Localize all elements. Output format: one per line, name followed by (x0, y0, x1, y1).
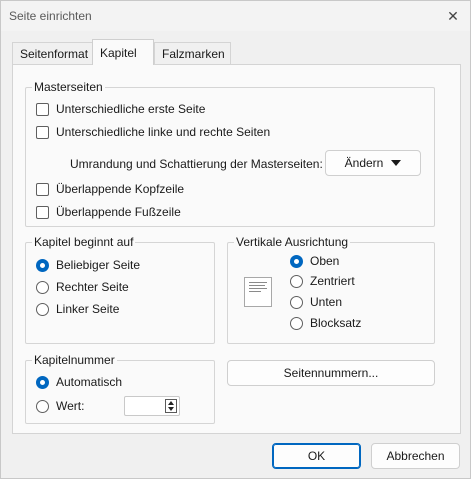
radio-unten[interactable]: Unten (290, 293, 342, 311)
stepper-arrows[interactable] (165, 399, 177, 413)
change-button[interactable]: Ändern (325, 150, 421, 176)
ok-button[interactable]: OK (272, 443, 361, 469)
radio-label: Zentriert (310, 274, 355, 288)
change-button-label: Ändern (344, 156, 384, 170)
radio-label: Wert: (56, 399, 85, 413)
chevron-down-icon (391, 160, 402, 166)
checkbox-label: Unterschiedliche linke und rechte Seiten (56, 125, 271, 139)
page-alignment-preview-icon (244, 277, 272, 307)
radio-button[interactable] (36, 375, 49, 389)
stepper-down-button[interactable] (166, 406, 176, 412)
chapter-number-stepper[interactable] (124, 396, 180, 416)
radio-button[interactable] (290, 316, 303, 330)
radio-button[interactable] (36, 399, 49, 413)
arrow-up-icon (168, 401, 174, 405)
checkbox-label: Unterschiedliche erste Seite (56, 102, 206, 116)
radio-automatisch[interactable]: Automatisch (36, 373, 122, 391)
dialog-window: Seite einrichten ✕ Seitenformat Kapitel … (0, 0, 471, 479)
radio-oben[interactable]: Oben (290, 252, 339, 270)
radio-wert[interactable]: Wert: (36, 397, 84, 415)
checkbox-box[interactable] (36, 102, 49, 116)
radio-button[interactable] (290, 295, 303, 309)
cancel-button[interactable]: Abbrechen (371, 443, 460, 469)
kapitel-beginnt-group: Kapitel beginnt auf Beliebiger Seite Rec… (25, 235, 215, 344)
window-title: Seite einrichten (9, 9, 92, 23)
vertikale-ausrichtung-group: Vertikale Ausrichtung Oben Zentriert Unt… (227, 235, 435, 344)
radio-rechter-seite[interactable]: Rechter Seite (36, 278, 129, 296)
radio-button[interactable] (36, 258, 49, 272)
tab-seitenformat[interactable]: Seitenformat (12, 42, 93, 64)
border-shading-label: Umrandung und Schattierung der Mastersei… (70, 157, 323, 171)
checkbox-erste-seite[interactable]: Unterschiedliche erste Seite (36, 100, 205, 118)
close-button[interactable]: ✕ (442, 5, 464, 27)
kapitelnummer-group: Kapitelnummer Automatisch Wert: (25, 353, 215, 424)
radio-label: Blocksatz (310, 316, 362, 330)
checkbox-box[interactable] (36, 182, 49, 196)
kapitelnummer-legend: Kapitelnummer (32, 353, 117, 367)
radio-beliebiger-seite[interactable]: Beliebiger Seite (36, 256, 140, 274)
tab-panel-kapitel: Masterseiten Unterschiedliche erste Seit… (12, 64, 461, 434)
radio-label: Beliebiger Seite (56, 258, 141, 272)
radio-blocksatz[interactable]: Blocksatz (290, 314, 361, 332)
tab-kapitel[interactable]: Kapitel (92, 39, 154, 65)
vertikale-ausrichtung-legend: Vertikale Ausrichtung (234, 235, 351, 249)
radio-label: Oben (310, 254, 340, 268)
seitennummern-button[interactable]: Seitennummern... (227, 360, 435, 386)
checkbox-label: Überlappende Fußzeile (56, 205, 181, 219)
masterseiten-group: Masterseiten Unterschiedliche erste Seit… (25, 80, 435, 227)
title-bar: Seite einrichten ✕ (1, 1, 470, 31)
radio-label: Linker Seite (56, 302, 120, 316)
radio-button[interactable] (36, 302, 49, 316)
arrow-down-icon (168, 407, 174, 411)
checkbox-fusszeile[interactable]: Überlappende Fußzeile (36, 203, 181, 221)
kapitel-beginnt-legend: Kapitel beginnt auf (32, 235, 136, 249)
tab-falzmarken[interactable]: Falzmarken (154, 42, 231, 64)
radio-button[interactable] (290, 274, 303, 288)
checkbox-label: Überlappende Kopfzeile (56, 182, 185, 196)
radio-label: Unten (310, 295, 343, 309)
radio-button[interactable] (36, 280, 49, 294)
radio-button[interactable] (290, 254, 303, 268)
radio-label: Automatisch (56, 375, 123, 389)
radio-zentriert[interactable]: Zentriert (290, 272, 355, 290)
checkbox-linke-rechte-seiten[interactable]: Unterschiedliche linke und rechte Seiten (36, 123, 270, 141)
checkbox-box[interactable] (36, 125, 49, 139)
radio-label: Rechter Seite (56, 280, 129, 294)
checkbox-kopfzeile[interactable]: Überlappende Kopfzeile (36, 180, 184, 198)
close-icon: ✕ (447, 7, 459, 24)
radio-linker-seite[interactable]: Linker Seite (36, 300, 119, 318)
checkbox-box[interactable] (36, 205, 49, 219)
masterseiten-legend: Masterseiten (32, 80, 105, 94)
